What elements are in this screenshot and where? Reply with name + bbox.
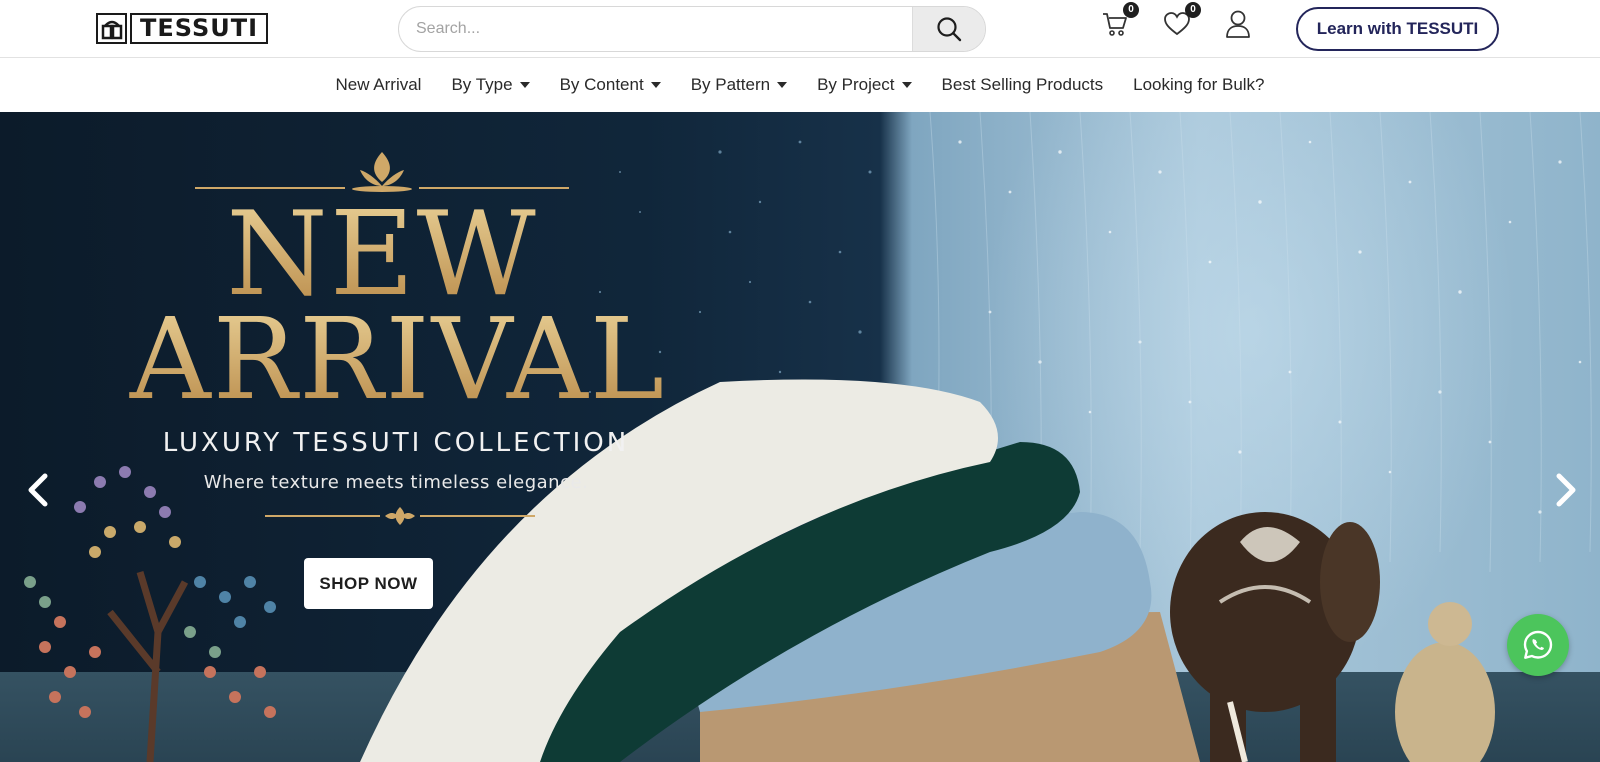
cart-button[interactable]: 0 [1099, 2, 1139, 40]
user-icon [1226, 10, 1250, 38]
shop-now-button[interactable]: SHOP NOW [304, 558, 433, 609]
nav-item-label: By Type [451, 75, 513, 94]
caret-down-icon [777, 82, 788, 88]
chevron-right-icon [1556, 473, 1576, 507]
hero-title-arrival: ARRIVAL [108, 302, 688, 418]
nav-item-by-type[interactable]: By Type [436, 75, 544, 95]
carousel-next-button[interactable] [1546, 470, 1586, 510]
nav-item-label: Best Selling Products [941, 75, 1104, 94]
wishlist-count-badge: 0 [1185, 2, 1201, 18]
hero-subtitle: LUXURY TESSUTI COLLECTION [162, 428, 630, 458]
nav-item-new-arrival[interactable]: New Arrival [320, 75, 436, 95]
hero-tagline: Where texture meets timeless elegance. [203, 472, 589, 493]
search-bar [398, 6, 986, 52]
nav-item-label: By Project [817, 75, 895, 94]
tessuti-logo[interactable]: TESSUTI [96, 13, 269, 44]
search-button[interactable] [912, 7, 985, 51]
chevron-left-icon [28, 473, 48, 507]
cart-count-badge: 0 [1123, 2, 1139, 18]
nav-item-label: By Content [559, 75, 644, 94]
logo-text: TESSUTI [130, 13, 269, 44]
nav-item-by-content[interactable]: By Content [545, 75, 676, 95]
nav-item-best-selling[interactable]: Best Selling Products [927, 75, 1119, 95]
gold-ornament-bottom-icon [265, 507, 535, 525]
search-icon [937, 17, 962, 42]
learn-with-tessuti-button[interactable]: Learn with TESSUTI [1296, 7, 1499, 51]
site-header: TESSUTI 0 0 Learn with TESSUTI [0, 0, 1600, 58]
carousel-prev-button[interactable] [18, 470, 58, 510]
search-input[interactable] [399, 7, 912, 51]
nav-item-by-project[interactable]: By Project [802, 75, 926, 95]
carved-elephant-image [1170, 512, 1380, 762]
main-nav: New Arrival By Type By Content By Patter… [0, 58, 1600, 112]
hero-banner: NEW ARRIVAL LUXURY TESSUTI COLLECTION Wh… [0, 112, 1600, 762]
nav-item-label: Looking for Bulk? [1133, 75, 1265, 94]
nav-item-label: New Arrival [335, 75, 422, 94]
logo-mark-icon [96, 13, 127, 44]
whatsapp-icon [1523, 630, 1553, 659]
caret-down-icon [519, 82, 530, 88]
small-elephant-image [1395, 602, 1495, 762]
account-button[interactable] [1222, 8, 1254, 40]
caret-down-icon [650, 82, 661, 88]
gem-tree-image [24, 466, 276, 762]
wishlist-button[interactable]: 0 [1161, 2, 1201, 40]
whatsapp-chat-button[interactable] [1507, 614, 1569, 676]
nav-item-bulk[interactable]: Looking for Bulk? [1118, 75, 1279, 95]
nav-item-label: By Pattern [690, 75, 771, 94]
caret-down-icon [901, 82, 912, 88]
nav-item-by-pattern[interactable]: By Pattern [676, 75, 802, 95]
